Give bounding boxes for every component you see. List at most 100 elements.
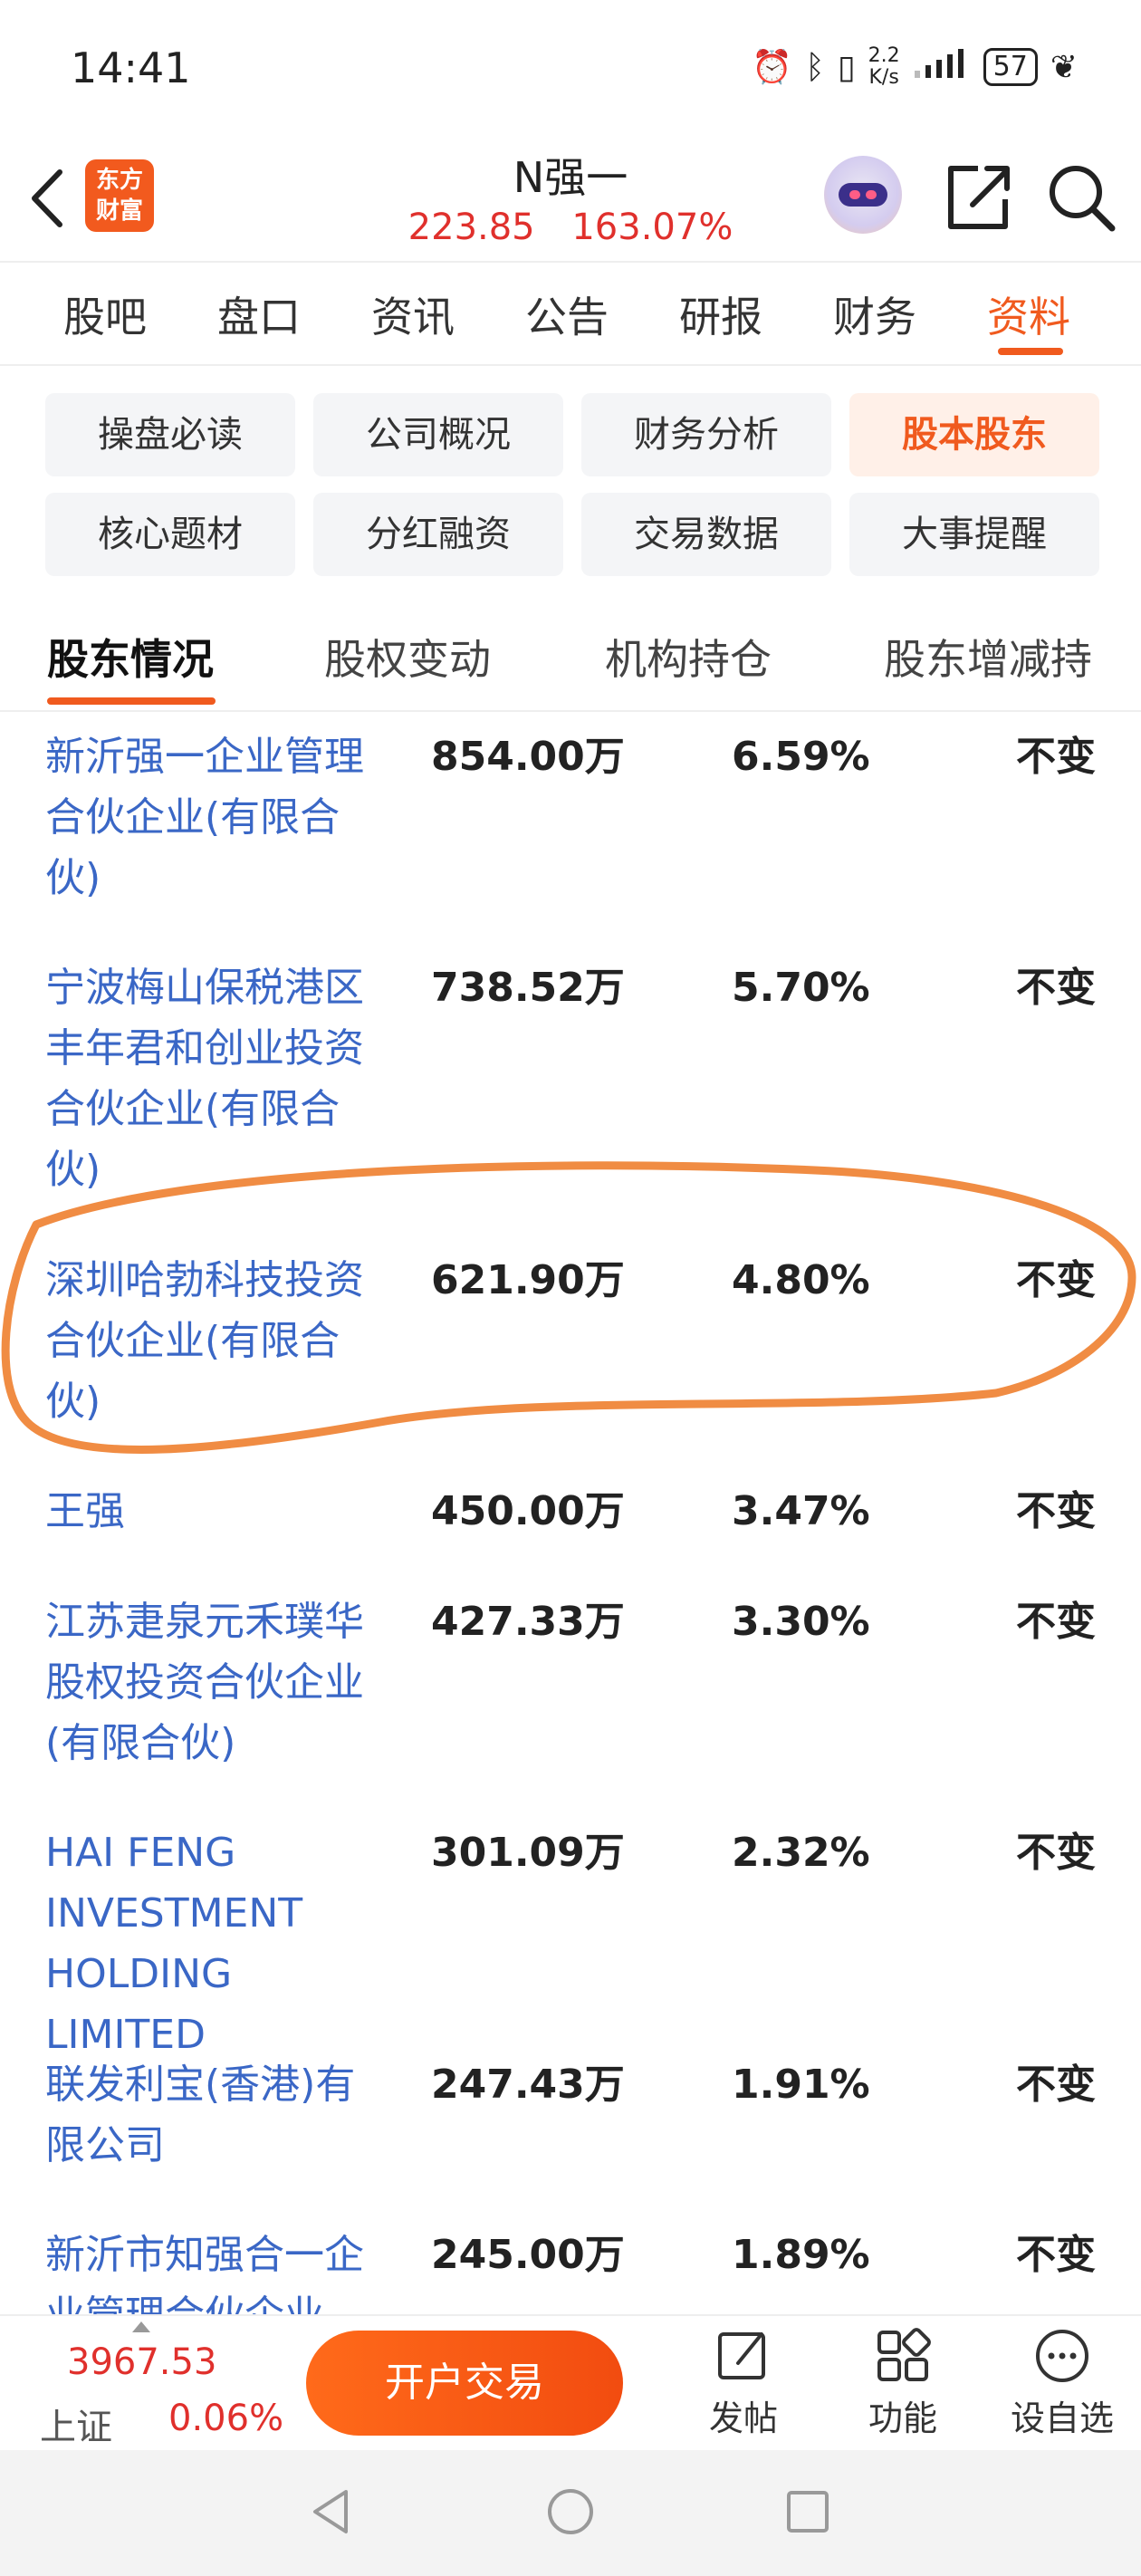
chip-events[interactable]: 大事提醒 [849,493,1099,576]
logo-line1: 东方 [95,167,143,194]
shareholder-name[interactable]: 王强 [45,1481,371,1542]
net-speed-value: 2.2 [868,44,900,67]
tab-shareholder-changes[interactable]: 股东增减持 [884,627,1092,687]
shareholder-name[interactable]: 深圳哈勃科技投资合伙企业(有限合伙) [45,1250,371,1432]
shareholder-change: 不变 [1016,734,1096,780]
shareholder-shares: 450.00万 [431,1488,625,1534]
shareholder-name[interactable]: 宁波梅山保税港区丰年君和创业投资合伙企业(有限合伙) [45,957,371,1200]
stock-price: 223.85 [408,207,535,248]
status-bar: 14:41 ⏰ ᛒ ▯ 2.2 K/s 57 ❦ [0,0,1141,136]
shareholder-pct: 3.30% [732,1599,870,1645]
section-tab-bar: 股东情况 股权变动 机构持仓 股东增减持 [0,605,1141,712]
back-icon [32,169,62,227]
section-tab-indicator [47,697,216,705]
net-speed-unit: K/s [868,66,899,89]
shareholder-shares: 245.00万 [431,2232,625,2278]
shareholder-pct: 1.91% [732,2062,870,2108]
nav-home-icon[interactable] [543,2485,598,2539]
main-tab-indicator [998,348,1063,355]
share-icon [948,166,1010,229]
shareholder-shares: 301.09万 [431,1830,625,1876]
header: 东方 财富 N强一 223.85 163.07% [0,136,1141,263]
shareholder-name[interactable]: 联发利宝(香港)有限公司 [45,2054,371,2176]
shareholder-name[interactable]: 新沂强一企业管理合伙企业(有限合伙) [45,726,371,908]
shareholder-change: 不变 [1016,2232,1096,2278]
tab-profile[interactable]: 资料 [987,284,1070,344]
shareholder-shares: 621.90万 [431,1257,625,1303]
search-icon [1050,166,1116,232]
shareholder-shares: 738.52万 [431,965,625,1011]
shareholder-change: 不变 [1016,1599,1096,1645]
tab-news[interactable]: 资讯 [371,284,455,344]
stock-change-pct: 163.07% [571,207,734,248]
tab-announcements[interactable]: 公告 [525,284,609,344]
chip-dividends[interactable]: 分红融资 [313,493,563,576]
shareholder-shares: 247.43万 [431,2062,625,2108]
chip-trading-guide[interactable]: 操盘必读 [45,393,295,476]
index-name[interactable]: 上证 [40,2398,112,2450]
shareholder-table: 新沂强一企业管理合伙企业(有限合伙) 854.00万 6.59% 不变 宁波梅山… [0,716,1141,2314]
edit-icon [718,2332,765,2379]
tab-pankou[interactable]: 盘口 [217,284,301,344]
shareholder-name[interactable]: 江苏疌泉元禾璞华股权投资合伙企业(有限合伙) [45,1591,371,1773]
chip-shareholders[interactable]: 股本股东 [849,393,1099,476]
tab-shareholder-status[interactable]: 股东情况 [47,627,214,687]
main-tab-bar: 股吧 盘口 资讯 公告 研报 财务 资料 [0,264,1141,366]
index-value[interactable]: 3967.53 [67,2341,216,2383]
status-icons: ⏰ ᛒ ▯ 2.2 K/s 57 ❦ [752,45,1078,89]
logo-line2: 财富 [95,197,143,225]
nav-back-icon[interactable] [304,2485,359,2539]
tab-research[interactable]: 研报 [679,284,762,344]
shareholder-change: 不变 [1016,1257,1096,1303]
net-speed: 2.2 K/s [868,45,900,89]
shareholder-name[interactable]: HAI FENG INVESTMENT HOLDING LIMITED [45,1822,371,2065]
vibrate-icon: ▯ [837,48,856,86]
chip-company-overview[interactable]: 公司概况 [313,393,563,476]
shareholder-pct: 1.89% [732,2232,870,2278]
status-time: 14:41 [71,43,191,92]
watchlist-label: 设自选 [1010,2398,1114,2438]
battery-icon: 57 [983,48,1038,86]
app-logo[interactable]: 东方 财富 [85,159,154,232]
tab-institutional-holdings[interactable]: 机构持仓 [605,627,772,687]
shareholder-pct: 4.80% [732,1257,870,1303]
signal-icon [913,47,971,88]
bluetooth-icon: ᛒ [805,48,825,86]
tab-guba[interactable]: 股吧 [63,284,147,344]
index-marker-icon [132,2321,150,2332]
post-button[interactable]: 发帖 [685,2327,802,2440]
tab-finance[interactable]: 财务 [833,284,916,344]
index-change[interactable]: 0.06% [168,2398,283,2439]
post-label: 发帖 [708,2398,778,2438]
shareholder-change: 不变 [1016,1830,1096,1876]
more-icon [1036,2330,1088,2382]
shareholder-change: 不变 [1016,965,1096,1011]
back-button[interactable] [25,167,71,230]
shareholder-pct: 5.70% [732,965,870,1011]
shareholder-shares: 427.33万 [431,1599,625,1645]
system-nav-bar [0,2450,1141,2576]
shareholder-pct: 3.47% [732,1488,870,1534]
chip-core-themes[interactable]: 核心题材 [45,493,295,576]
chip-financial-analysis[interactable]: 财务分析 [581,393,831,476]
grid-icon [877,2328,931,2381]
shareholder-change: 不变 [1016,2062,1096,2108]
function-button[interactable]: 功能 [844,2327,962,2440]
share-button[interactable] [942,158,1014,235]
nav-recents-icon[interactable] [781,2485,835,2539]
alarm-icon: ⏰ [752,49,793,86]
add-watchlist-button[interactable]: 设自选 [1003,2327,1121,2440]
open-account-trade-button[interactable]: 开户交易 [306,2331,623,2436]
shareholder-name[interactable]: 新沂市知强合一企业管理合伙企业(有限合伙) [45,2225,371,2314]
bottom-bar: 3967.53 上证 0.06% 开户交易 发帖 功能 设自选 [0,2314,1141,2450]
search-button[interactable] [1041,158,1119,235]
tab-equity-changes[interactable]: 股权变动 [324,627,491,687]
shareholder-change: 不变 [1016,1488,1096,1534]
shareholder-pct: 6.59% [732,734,870,780]
chip-trading-data[interactable]: 交易数据 [581,493,831,576]
shareholder-pct: 2.32% [732,1830,870,1876]
function-label: 功能 [868,2398,937,2438]
leaf-icon: ❦ [1050,48,1078,86]
shareholder-shares: 854.00万 [431,734,625,780]
assistant-robot-icon[interactable] [824,156,902,234]
